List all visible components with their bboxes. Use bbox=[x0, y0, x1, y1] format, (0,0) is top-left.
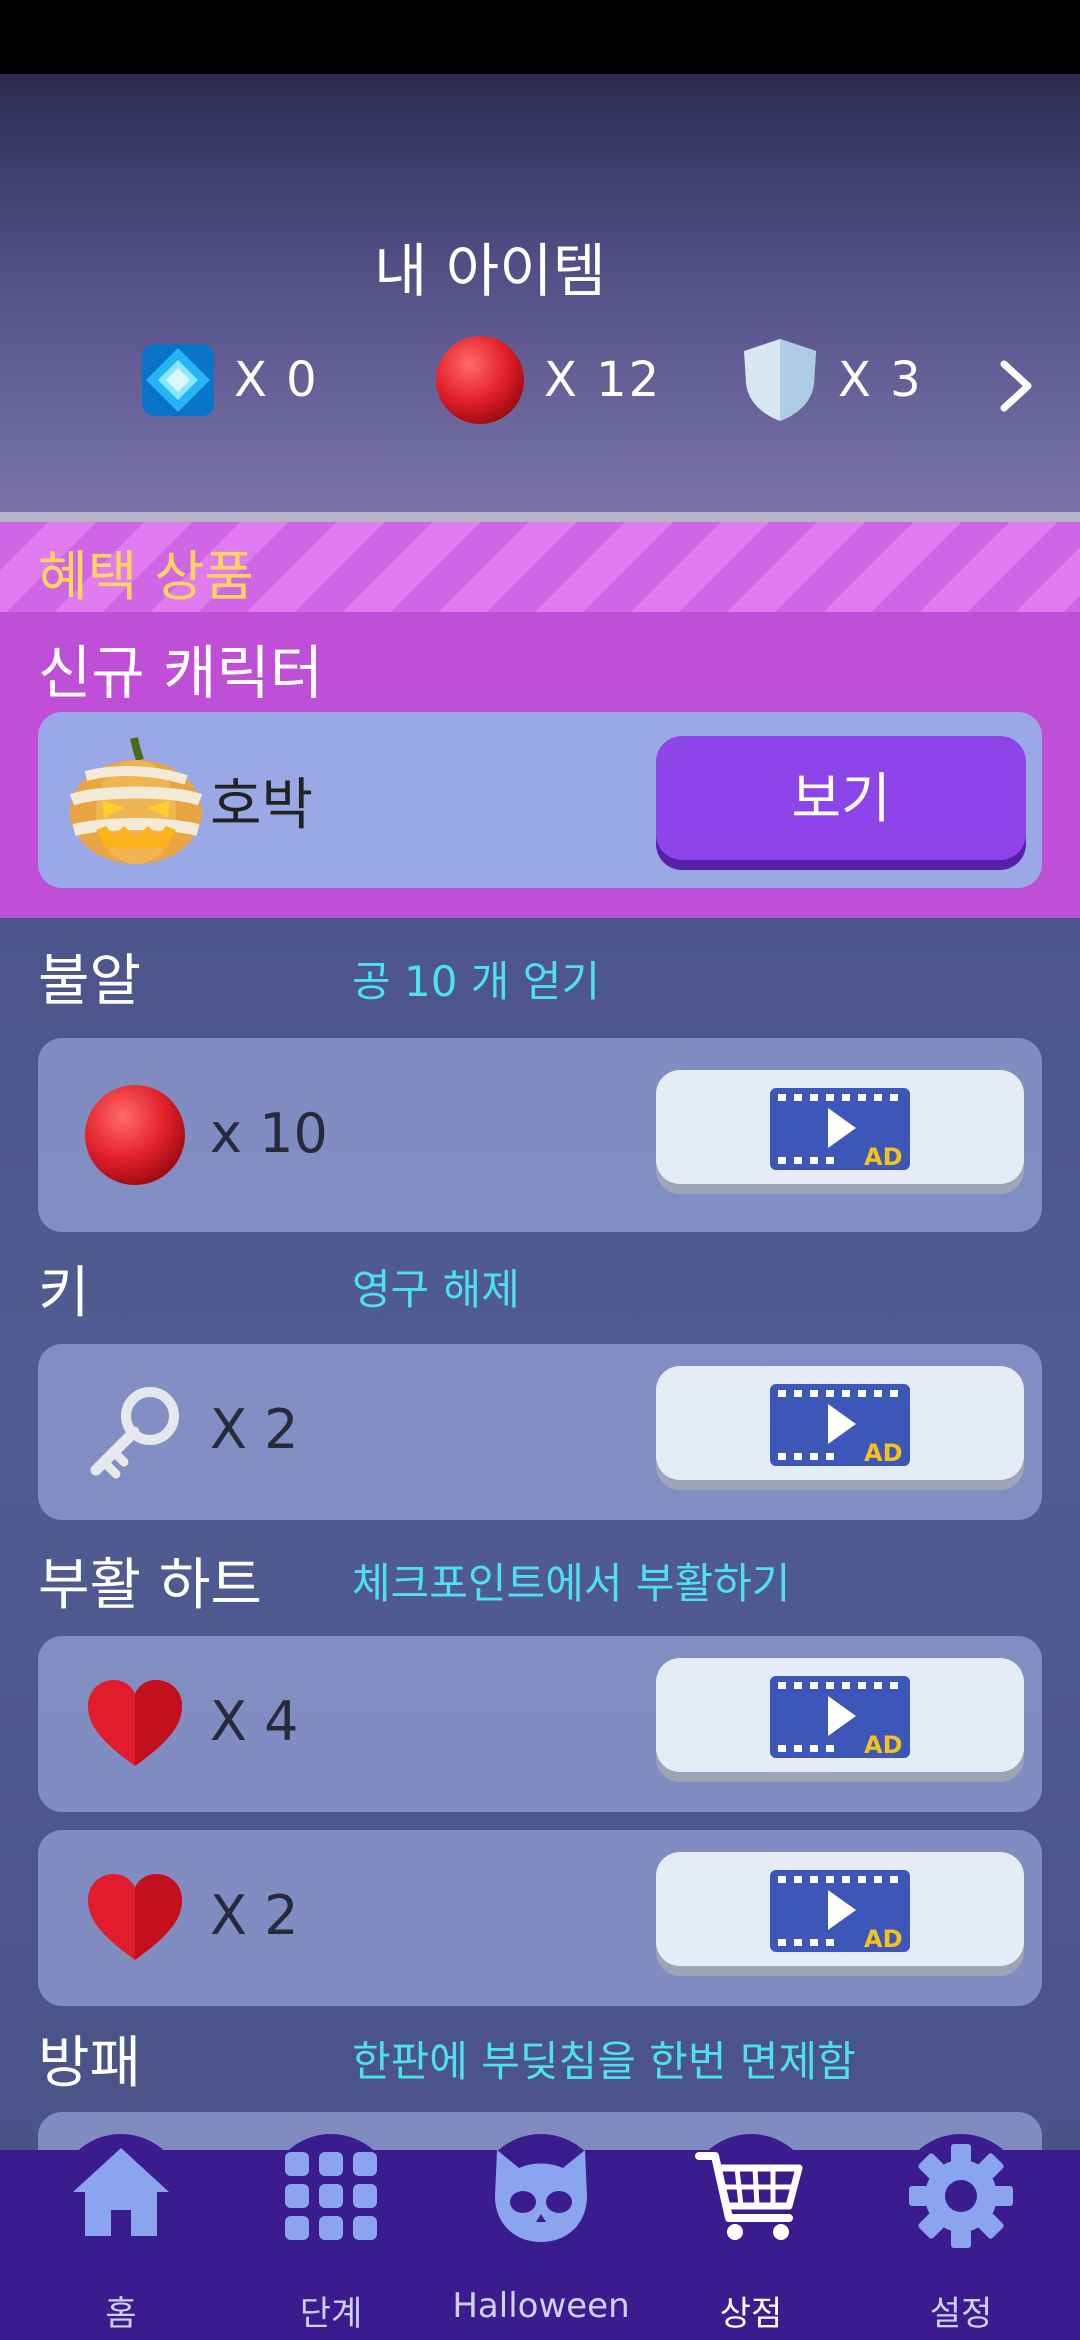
gem-count: X 0 bbox=[234, 352, 319, 408]
nav-stages[interactable]: 단계 bbox=[226, 2134, 436, 2340]
bottom-nav: 홈 단계 Halloween 상점 설정 bbox=[0, 2134, 1080, 2340]
item-count: X 2 bbox=[210, 1398, 299, 1461]
nav-label-halloween: Halloween bbox=[452, 2286, 630, 2326]
grid-icon bbox=[271, 2134, 391, 2256]
inventory-gem: X 0 bbox=[140, 332, 319, 428]
section-title-heart: 부활 하트 bbox=[38, 1553, 262, 1618]
ad-text: AD bbox=[864, 1731, 903, 1758]
nav-label-stages: 단계 bbox=[299, 2294, 363, 2334]
ball-count: X 12 bbox=[544, 352, 662, 408]
pumpkin-icon bbox=[69, 737, 203, 864]
section-desc-shield: 한판에 부딪침을 한번 면제함 bbox=[352, 2037, 856, 2086]
video-ad-icon: AD bbox=[770, 1088, 910, 1170]
section-desc-key: 영구 해제 bbox=[352, 1265, 520, 1314]
section-desc-ball: 공 10 개 얻기 bbox=[352, 957, 601, 1006]
nav-home[interactable]: 홈 bbox=[16, 2134, 226, 2340]
list-item-heart-2: X 2 AD bbox=[38, 1830, 1042, 2006]
watch-ad-button[interactable]: AD bbox=[656, 1852, 1024, 1966]
section-desc-heart: 체크포인트에서 부활하기 bbox=[352, 1559, 791, 1608]
shield-count: X 3 bbox=[838, 352, 923, 408]
list-item-ball-10: x 10 AD bbox=[38, 1038, 1042, 1232]
inventory-header: 내 아이템 X 0 X 12 X 3 bbox=[0, 74, 1080, 514]
ad-text: AD bbox=[864, 1925, 903, 1952]
heart-icon bbox=[88, 1680, 182, 1766]
watch-ad-button[interactable]: AD bbox=[656, 1366, 1024, 1480]
item-count: X 4 bbox=[210, 1690, 299, 1753]
nav-halloween[interactable]: Halloween bbox=[436, 2134, 646, 2340]
page-title: 내 아이템 bbox=[374, 237, 606, 305]
nav-label-settings: 설정 bbox=[929, 2294, 993, 2334]
new-character-card: 호박 보기 bbox=[38, 712, 1042, 888]
gear-icon bbox=[901, 2134, 1021, 2256]
cat-skull-icon bbox=[481, 2134, 601, 2256]
red-ball-icon bbox=[85, 1085, 185, 1185]
cart-icon bbox=[691, 2134, 811, 2256]
chevron-right-icon[interactable] bbox=[990, 356, 1042, 416]
gem-icon bbox=[142, 344, 214, 416]
key-icon bbox=[90, 1387, 179, 1479]
ad-text: AD bbox=[864, 1143, 903, 1170]
home-icon bbox=[61, 2134, 181, 2256]
promo-subtitle: 신규 캐릭터 bbox=[38, 639, 324, 707]
item-count: x 10 bbox=[210, 1102, 328, 1165]
list-item-key-2: X 2 AD bbox=[38, 1344, 1042, 1520]
promo-section: 혜택 상품 신규 캐릭터 호박 보기 bbox=[0, 522, 1080, 918]
video-ad-icon: AD bbox=[770, 1870, 910, 1952]
promo-title: 혜택 상품 bbox=[38, 545, 254, 608]
list-item-heart-4: X 4 AD bbox=[38, 1636, 1042, 1812]
inventory-ball: X 12 bbox=[434, 332, 661, 428]
item-count: X 2 bbox=[210, 1884, 299, 1947]
view-button[interactable]: 보기 bbox=[656, 736, 1026, 860]
ad-text: AD bbox=[864, 1439, 903, 1466]
shop-list[interactable]: 불알 공 10 개 얻기 x 10 AD 키 영구 해제 X 2 AD 부활 하… bbox=[0, 918, 1080, 2150]
nav-label-home: 홈 bbox=[105, 2294, 137, 2334]
divider bbox=[0, 512, 1080, 522]
section-title-key: 키 bbox=[38, 1261, 90, 1326]
nav-shop[interactable]: 상점 bbox=[646, 2134, 856, 2340]
inventory-shield: X 3 bbox=[740, 332, 923, 428]
section-title-shield: 방패 bbox=[38, 2031, 142, 2096]
character-name: 호박 bbox=[210, 773, 314, 838]
shield-icon bbox=[744, 339, 816, 421]
watch-ad-button[interactable]: AD bbox=[656, 1658, 1024, 1772]
heart-icon bbox=[88, 1874, 182, 1960]
status-bar bbox=[0, 0, 1080, 74]
section-title-ball: 불알 bbox=[38, 949, 142, 1014]
nav-settings[interactable]: 설정 bbox=[856, 2134, 1066, 2340]
watch-ad-button[interactable]: AD bbox=[656, 1070, 1024, 1184]
video-ad-icon: AD bbox=[770, 1676, 910, 1758]
nav-label-shop: 상점 bbox=[719, 2294, 783, 2334]
red-ball-icon bbox=[436, 336, 524, 424]
video-ad-icon: AD bbox=[770, 1384, 910, 1466]
